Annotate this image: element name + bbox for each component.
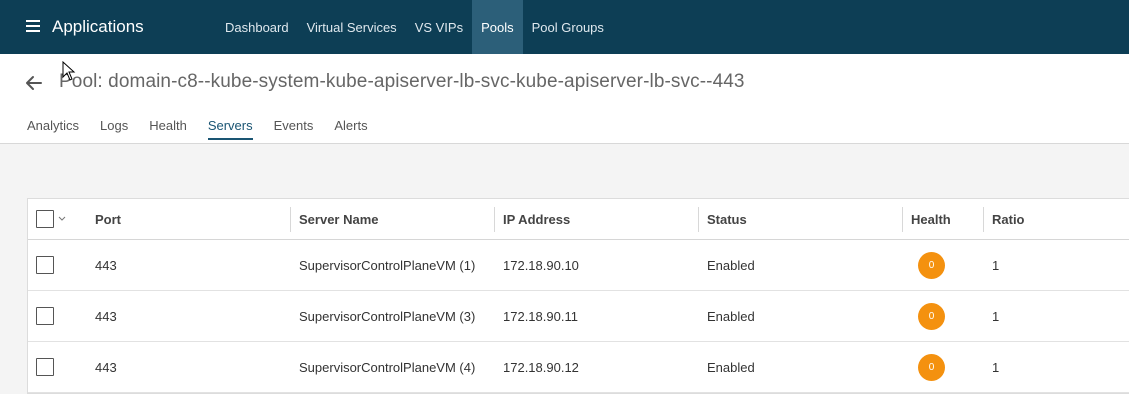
- page-header: Pool: domain-c8--kube-system-kube-apiser…: [0, 54, 1129, 144]
- health-score-badge[interactable]: 0: [918, 251, 945, 279]
- row-select-cell: [36, 240, 54, 290]
- health-cell: 0: [918, 342, 945, 392]
- page-title: Pool: domain-c8--kube-system-kube-apiser…: [59, 71, 745, 92]
- row-checkbox[interactable]: [36, 256, 54, 274]
- health-cell: 0: [918, 240, 945, 290]
- status-cell: Enabled: [707, 359, 755, 375]
- tab-servers[interactable]: Servers: [207, 118, 253, 140]
- tab-analytics[interactable]: Analytics: [27, 118, 79, 140]
- column-header-ip-address[interactable]: IP Address: [503, 199, 570, 239]
- ip-address-cell: 172.18.90.11: [503, 308, 578, 324]
- row-checkbox[interactable]: [36, 358, 54, 376]
- table-row[interactable]: 443 SupervisorControlPlaneVM (1) 172.18.…: [28, 240, 1129, 291]
- nav-pools[interactable]: Pools: [472, 0, 523, 54]
- port-cell: 443: [95, 359, 117, 375]
- status-cell: Enabled: [707, 308, 755, 324]
- table-row[interactable]: 443 SupervisorControlPlaneVM (3) 172.18.…: [28, 291, 1129, 342]
- server-name-cell: SupervisorControlPlaneVM (3): [299, 308, 476, 324]
- select-all-control: [36, 199, 66, 239]
- column-divider[interactable]: [902, 207, 903, 232]
- app-title[interactable]: Applications: [52, 17, 144, 37]
- column-divider[interactable]: [698, 207, 699, 232]
- ip-address-cell: 172.18.90.12: [503, 359, 579, 375]
- column-header-server-name[interactable]: Server Name: [299, 199, 379, 239]
- server-name-cell: SupervisorControlPlaneVM (1): [299, 257, 476, 273]
- port-cell: 443: [95, 308, 117, 324]
- chevron-down-icon[interactable]: [58, 215, 66, 223]
- hamburger-icon[interactable]: [26, 20, 40, 32]
- column-divider[interactable]: [290, 207, 291, 232]
- ratio-cell: 1: [992, 257, 1000, 273]
- table-row[interactable]: 443 SupervisorControlPlaneVM (4) 172.18.…: [28, 342, 1129, 393]
- nav-dashboard[interactable]: Dashboard: [216, 0, 298, 54]
- row-select-cell: [36, 291, 54, 341]
- nav-pool-groups[interactable]: Pool Groups: [523, 0, 613, 54]
- back-arrow-icon[interactable]: [24, 73, 44, 93]
- table-header-row: Port Server Name IP Address Status Healt…: [28, 199, 1129, 240]
- status-cell: Enabled: [707, 257, 755, 273]
- column-header-health[interactable]: Health: [911, 199, 951, 239]
- page-tabs: Analytics Logs Health Servers Events Ale…: [27, 118, 389, 140]
- select-all-checkbox[interactable]: [36, 210, 54, 228]
- ip-address-cell: 172.18.90.10: [503, 257, 579, 273]
- mouse-cursor-icon: [62, 61, 76, 81]
- column-divider[interactable]: [983, 207, 984, 232]
- row-checkbox[interactable]: [36, 307, 54, 325]
- row-select-cell: [36, 342, 54, 392]
- server-name-cell: SupervisorControlPlaneVM (4): [299, 359, 476, 375]
- nav-vs-vips[interactable]: VS VIPs: [406, 0, 472, 54]
- health-cell: 0: [918, 291, 945, 341]
- tab-logs[interactable]: Logs: [100, 118, 128, 140]
- column-divider[interactable]: [494, 207, 495, 232]
- ratio-cell: 1: [992, 359, 1000, 375]
- tab-health[interactable]: Health: [149, 118, 187, 140]
- port-cell: 443: [95, 257, 117, 273]
- tab-alerts[interactable]: Alerts: [334, 118, 367, 140]
- top-navigation-bar: Applications Dashboard Virtual Services …: [0, 0, 1129, 54]
- column-header-ratio[interactable]: Ratio: [992, 199, 1025, 239]
- tab-events[interactable]: Events: [274, 118, 314, 140]
- ratio-cell: 1: [992, 308, 1000, 324]
- nav-virtual-services[interactable]: Virtual Services: [298, 0, 406, 54]
- health-score-badge[interactable]: 0: [918, 353, 945, 381]
- column-header-port[interactable]: Port: [95, 199, 121, 239]
- main-nav: Dashboard Virtual Services VS VIPs Pools…: [216, 0, 613, 54]
- health-score-badge[interactable]: 0: [918, 302, 945, 330]
- column-header-status[interactable]: Status: [707, 199, 747, 239]
- servers-table: Port Server Name IP Address Status Healt…: [27, 198, 1129, 394]
